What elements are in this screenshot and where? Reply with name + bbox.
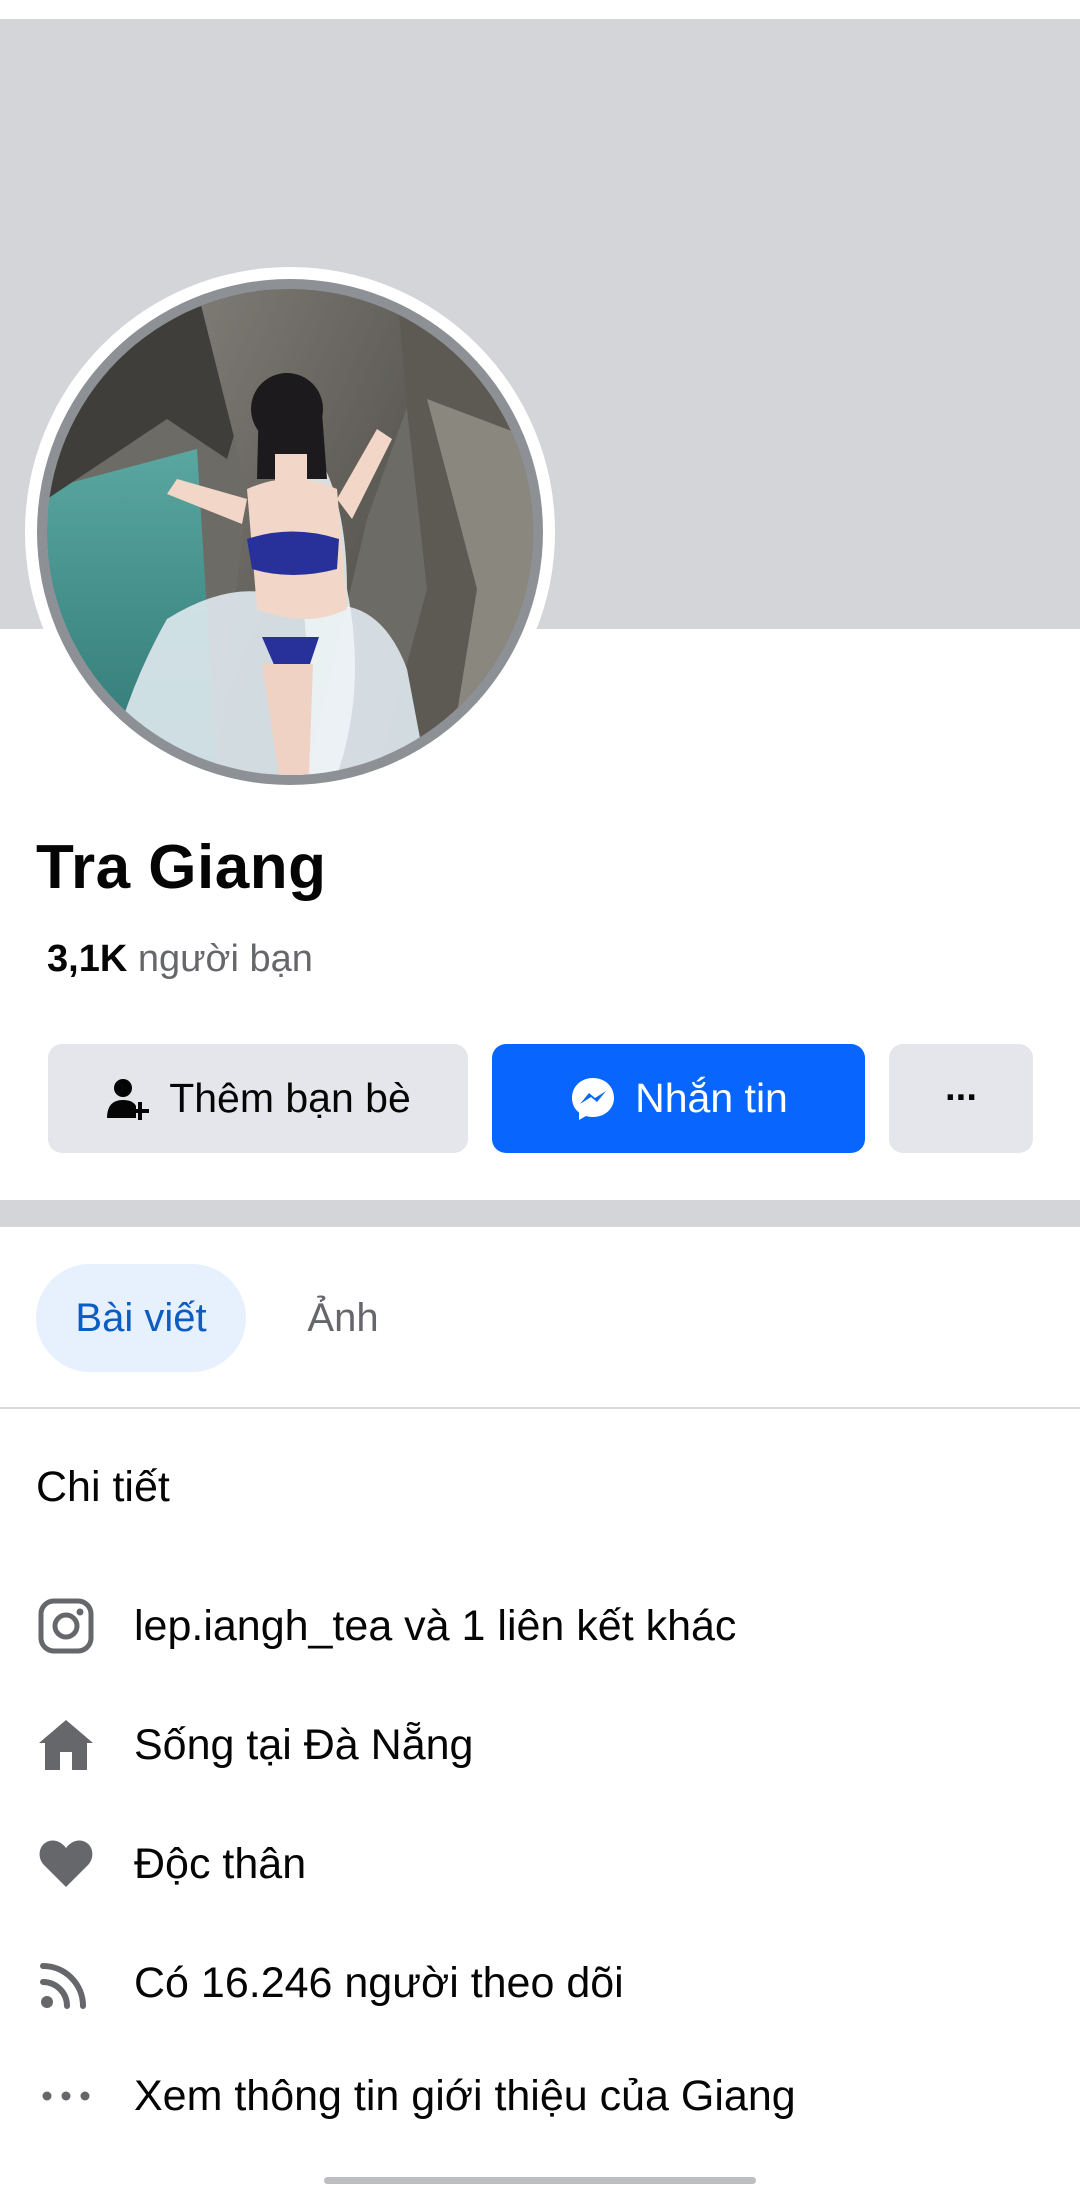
message-label: Nhắn tin bbox=[635, 1075, 788, 1121]
section-divider bbox=[0, 1200, 1080, 1227]
detail-see-about[interactable]: Xem thông tin giới thiệu của Giang bbox=[36, 2060, 796, 2132]
avatar-photo bbox=[47, 289, 533, 775]
add-friend-button[interactable]: Thêm bạn bè bbox=[48, 1044, 468, 1153]
profile-name: Tra Giang bbox=[36, 833, 327, 902]
detail-relationship: Độc thân bbox=[36, 1828, 306, 1900]
more-options-button[interactable]: ··· bbox=[889, 1044, 1033, 1153]
heart-icon bbox=[36, 1834, 96, 1894]
detail-see-about-text: Xem thông tin giới thiệu của Giang bbox=[134, 2071, 796, 2120]
messenger-icon bbox=[569, 1075, 617, 1123]
detail-followers[interactable]: Có 16.246 người theo dõi bbox=[36, 1947, 624, 2019]
message-button[interactable]: Nhắn tin bbox=[492, 1044, 865, 1153]
detail-instagram-text: lep.iangh_tea và 1 liên kết khác bbox=[134, 1601, 737, 1650]
home-indicator[interactable] bbox=[324, 2177, 756, 2184]
instagram-icon bbox=[36, 1596, 96, 1656]
more-options-label: ··· bbox=[945, 1077, 979, 1119]
detail-followers-text: Có 16.246 người theo dõi bbox=[134, 1958, 624, 2007]
status-strip bbox=[0, 0, 1080, 19]
friends-label: người bạn bbox=[137, 938, 313, 980]
detail-relationship-text: Độc thân bbox=[134, 1839, 307, 1888]
add-friend-icon bbox=[105, 1076, 151, 1122]
profile-avatar[interactable] bbox=[25, 267, 555, 797]
tabs-divider bbox=[0, 1407, 1080, 1409]
rss-icon bbox=[36, 1953, 96, 2013]
avatar-image bbox=[47, 289, 533, 775]
avatar-story-ring bbox=[37, 279, 543, 785]
tab-posts[interactable]: Bài viết bbox=[36, 1264, 246, 1372]
tab-photos[interactable]: Ảnh bbox=[278, 1264, 408, 1372]
more-dots-icon bbox=[36, 2066, 96, 2126]
detail-location-prefix: Sống tại bbox=[134, 1720, 304, 1769]
friends-count[interactable]: 3,1K người bạn bbox=[47, 938, 313, 981]
add-friend-label: Thêm bạn bè bbox=[169, 1075, 411, 1121]
home-icon bbox=[36, 1715, 96, 1775]
detail-location[interactable]: Sống tại Đà Nẵng bbox=[36, 1709, 473, 1781]
detail-location-city[interactable]: Đà Nẵng bbox=[304, 1721, 474, 1770]
friends-number: 3,1K bbox=[47, 938, 128, 980]
details-title: Chi tiết bbox=[36, 1463, 170, 1511]
detail-instagram[interactable]: lep.iangh_tea và 1 liên kết khác bbox=[36, 1590, 736, 1662]
